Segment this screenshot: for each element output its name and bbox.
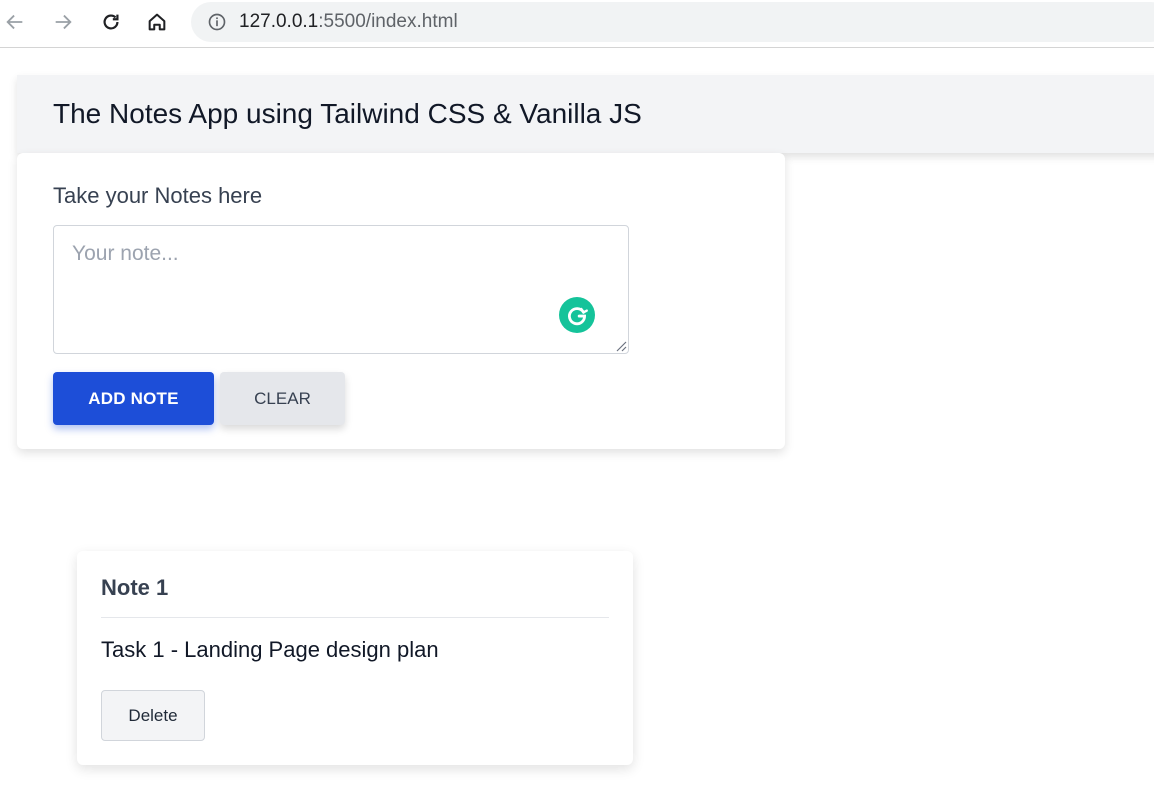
address-bar[interactable]: 127.0.0.1:5500/index.html (191, 2, 1154, 42)
delete-note-button[interactable]: Delete (101, 690, 205, 741)
note-input-label: Take your Notes here (53, 183, 263, 208)
url-path: :5500/index.html (318, 11, 458, 32)
note-textarea[interactable] (53, 225, 629, 354)
reload-button[interactable] (96, 7, 126, 37)
page-title: The Notes App using Tailwind CSS & Vanil… (53, 98, 642, 129)
note-divider (101, 617, 609, 618)
forward-arrow-icon (55, 14, 72, 30)
back-button[interactable] (0, 7, 30, 37)
app-header: The Notes App using Tailwind CSS & Vanil… (17, 75, 1154, 153)
url-host: 127.0.0.1 (239, 11, 319, 32)
note-input-card: Take your Notes here ADD NOTE CLEAR (17, 153, 785, 449)
home-icon (148, 13, 166, 31)
grammarly-g-icon (568, 307, 588, 326)
note-text: Task 1 - Landing Page design plan (101, 637, 439, 662)
resize-handle-icon[interactable] (615, 340, 627, 352)
clear-button[interactable]: CLEAR (220, 372, 345, 425)
add-note-button[interactable]: ADD NOTE (53, 372, 214, 425)
reload-icon (103, 14, 119, 30)
home-button[interactable] (142, 7, 172, 37)
info-icon[interactable] (207, 12, 227, 32)
back-arrow-icon (6, 14, 23, 30)
note-card: Note 1 Task 1 - Landing Page design plan… (77, 551, 633, 765)
browser-toolbar: 127.0.0.1:5500/index.html (0, 0, 1154, 48)
note-title: Note 1 (101, 575, 169, 600)
grammarly-icon[interactable] (559, 297, 595, 333)
forward-button[interactable] (48, 7, 78, 37)
